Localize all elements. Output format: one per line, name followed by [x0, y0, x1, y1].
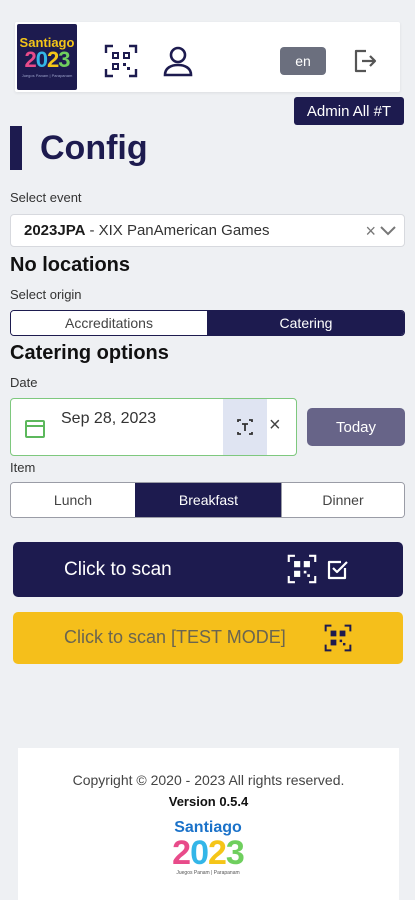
qr-code-icon [324, 624, 352, 657]
test-scan-button[interactable]: Click to scan [TEST MODE] [13, 612, 403, 664]
item-option-breakfast[interactable]: Breakfast [135, 483, 281, 517]
scan-button-label: Click to scan [64, 559, 172, 580]
qr-code-icon [287, 554, 317, 590]
keyboard-input-icon[interactable] [223, 399, 267, 455]
logo-tagline: Juegos Panam | Parapanam [21, 73, 73, 78]
item-toggle: Lunch Breakfast Dinner [10, 482, 405, 518]
calendar-icon[interactable] [24, 417, 46, 444]
catering-options-heading: Catering options [10, 342, 169, 364]
footer-logo-tagline: Juegos Panam | Parapanam [176, 870, 240, 876]
title-accent-bar [10, 126, 22, 170]
event-select[interactable]: 2023JPA - XIX PanAmerican Games × [10, 214, 405, 247]
item-option-lunch[interactable]: Lunch [11, 483, 135, 517]
clear-date-icon[interactable]: × [269, 414, 281, 437]
event-code: 2023JPA [24, 222, 86, 239]
origin-option-accreditations[interactable]: Accreditations [11, 311, 207, 335]
no-locations-heading: No locations [10, 254, 131, 276]
footer-logo: Santiago 2023 Juegos Panam | Parapanam [163, 820, 253, 877]
origin-option-catering[interactable]: Catering [207, 311, 404, 335]
item-option-dinner[interactable]: Dinner [281, 483, 404, 517]
logout-icon[interactable] [350, 46, 380, 76]
date-label: Date [10, 375, 38, 390]
event-name: - XIX PanAmerican Games [89, 222, 270, 239]
admin-badge: Admin All #T [294, 97, 404, 125]
today-button[interactable]: Today [307, 408, 405, 446]
language-button[interactable]: en [280, 47, 326, 75]
copyright-text: Copyright © 2020 - 2023 All rights reser… [72, 772, 345, 788]
qr-code-icon[interactable] [103, 43, 139, 79]
clear-icon[interactable]: × [365, 221, 376, 242]
item-label: Item [10, 460, 36, 475]
chevron-down-icon[interactable] [379, 220, 397, 244]
scan-button[interactable]: Click to scan [13, 542, 403, 597]
origin-toggle: Accreditations Catering [10, 310, 405, 336]
user-icon[interactable] [160, 43, 196, 79]
test-scan-button-label: Click to scan [TEST MODE] [64, 627, 286, 647]
select-origin-label: Select origin [10, 287, 82, 302]
checkbox-icon [325, 556, 351, 588]
footer: Copyright © 2020 - 2023 All rights reser… [18, 748, 399, 900]
date-value: Sep 28, 2023 [61, 410, 157, 427]
page-title: Config [40, 129, 148, 167]
logo-year: 2023 [24, 47, 71, 72]
footer-logo-year: 2023 [172, 834, 245, 872]
date-field[interactable]: Sep 28, 2023 × [10, 398, 297, 456]
version-text: Version 0.5.4 [168, 794, 249, 809]
select-event-label: Select event [10, 190, 82, 205]
santiago-2023-logo: Santiago 2023 Juegos Panam | Parapanam [17, 24, 77, 90]
